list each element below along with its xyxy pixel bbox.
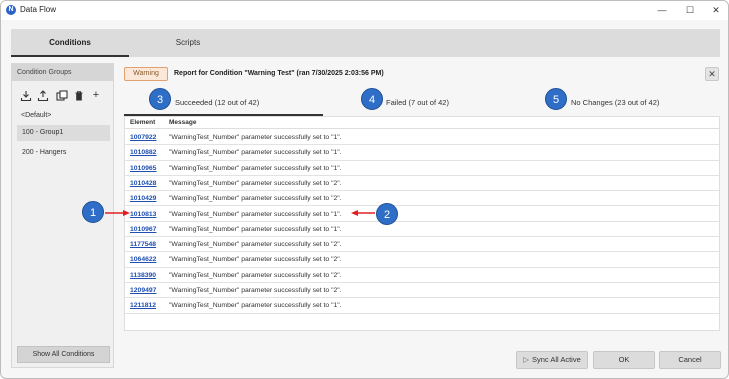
export-icon[interactable]	[37, 90, 49, 102]
add-icon[interactable]: +	[90, 90, 102, 102]
show-all-conditions-button[interactable]: Show All Conditions	[17, 346, 110, 363]
message-text: "WarningTest_Number" parameter successfu…	[169, 195, 342, 203]
close-report-button[interactable]: ✕	[705, 67, 719, 81]
warning-badge: Warning	[124, 67, 168, 81]
callout-marker-3: 3	[149, 88, 171, 110]
window-title: Data Flow	[20, 5, 57, 14]
tab-failed[interactable]: Failed (7 out of 42)	[386, 92, 449, 114]
element-id-link[interactable]: 1138390	[130, 272, 156, 279]
message-text: "WarningTest_Number" parameter successfu…	[169, 271, 342, 279]
element-id-link[interactable]: 1010965	[130, 165, 156, 172]
main-tab-bar: Conditions Scripts	[11, 29, 720, 57]
table-row[interactable]: 1007922 "WarningTest_Number" parameter su…	[125, 130, 719, 146]
table-row[interactable]: 1209497 "WarningTest_Number" parameter su…	[125, 283, 719, 299]
table-row[interactable]: 1138390 "WarningTest_Number" parameter su…	[125, 268, 719, 283]
data-flow-window: N Data Flow — ☐ ✕ Conditions Scripts Con…	[0, 0, 729, 379]
table-row[interactable]: 1211812 "WarningTest_Number" parameter su…	[125, 298, 719, 314]
delete-icon[interactable]	[73, 90, 85, 102]
column-header-element[interactable]: Element	[130, 119, 155, 126]
table-row[interactable]: 1010813 "WarningTest_Number" parameter su…	[125, 207, 719, 222]
sidebar-item-hangers[interactable]: 200 - Hangers	[17, 145, 110, 161]
element-id-link[interactable]: 1010813	[130, 211, 156, 218]
cancel-button[interactable]: Cancel	[659, 351, 721, 369]
message-text: "WarningTest_Number" parameter successfu…	[169, 256, 342, 264]
sync-all-active-label: Sync All Active	[532, 355, 581, 364]
table-row[interactable]: 1064622 "WarningTest_Number" parameter su…	[125, 252, 719, 268]
minimize-button[interactable]: —	[647, 1, 677, 20]
condition-groups-header: Condition Groups	[12, 64, 113, 81]
message-text: "WarningTest_Number" parameter successfu…	[169, 134, 342, 141]
message-text: "WarningTest_Number" parameter successfu…	[169, 287, 342, 294]
report-title: Report for Condition "Warning Test" (ran…	[174, 70, 384, 77]
callout-marker-4: 4	[361, 88, 383, 110]
table-row[interactable]: 1177548 "WarningTest_Number" parameter su…	[125, 237, 719, 253]
element-id-link[interactable]: 1010429	[130, 195, 156, 202]
element-id-link[interactable]: 1010428	[130, 180, 156, 187]
duplicate-icon[interactable]	[56, 90, 68, 102]
title-bar: N Data Flow — ☐ ✕	[1, 1, 728, 20]
app-logo-icon: N	[6, 5, 16, 15]
element-id-link[interactable]: 1064622	[130, 256, 156, 263]
results-grid: Element Message 1007922 "WarningTest_Numb…	[124, 116, 720, 331]
callout-marker-1: 1	[82, 201, 104, 223]
message-text: "WarningTest_Number" parameter successfu…	[169, 225, 342, 233]
element-id-link[interactable]: 1211812	[130, 302, 156, 309]
sidebar-item-default[interactable]: <Default>	[17, 108, 110, 124]
element-id-link[interactable]: 1177548	[130, 241, 156, 248]
message-text: "WarningTest_Number" parameter successfu…	[169, 179, 342, 187]
column-header-message[interactable]: Message	[169, 119, 196, 126]
report-panel: Warning Report for Condition "Warning Te…	[119, 60, 723, 371]
table-row[interactable]: 1010882 "WarningTest_Number" parameter su…	[125, 145, 719, 161]
element-id-link[interactable]: 1007922	[130, 134, 156, 141]
callout-marker-5: 5	[545, 88, 567, 110]
close-window-button[interactable]: ✕	[701, 1, 728, 20]
message-text: "WarningTest_Number" parameter successfu…	[169, 210, 342, 218]
element-id-link[interactable]: 1010882	[130, 149, 156, 156]
message-text: "WarningTest_Number" parameter successfu…	[169, 241, 342, 249]
element-id-link[interactable]: 1209497	[130, 287, 156, 294]
play-icon: ▷	[523, 355, 529, 364]
table-row[interactable]: 1010965 "WarningTest_Number" parameter su…	[125, 161, 719, 176]
table-row[interactable]: 1010967 "WarningTest_Number" parameter su…	[125, 222, 719, 238]
grid-header: Element Message	[125, 117, 719, 129]
tab-scripts[interactable]: Scripts	[129, 29, 247, 57]
callout-marker-2: 2	[376, 203, 398, 225]
sync-all-active-button[interactable]: ▷ Sync All Active	[516, 351, 588, 369]
tab-succeeded[interactable]: Succeeded (12 out of 42)	[175, 92, 259, 114]
element-id-link[interactable]: 1010967	[130, 226, 156, 233]
message-text: "WarningTest_Number" parameter successfu…	[169, 302, 342, 310]
tab-conditions[interactable]: Conditions	[11, 29, 129, 57]
message-text: "WarningTest_Number" parameter successfu…	[169, 164, 342, 172]
table-row[interactable]: 1010429 "WarningTest_Number" parameter su…	[125, 191, 719, 207]
import-icon[interactable]	[20, 90, 32, 102]
table-row[interactable]: 1010428 "WarningTest_Number" parameter su…	[125, 176, 719, 192]
message-text: "WarningTest_Number" parameter successfu…	[169, 149, 342, 157]
sidebar-item-group1[interactable]: 100 - Group1	[17, 125, 110, 141]
tab-no-changes[interactable]: No Changes (23 out of 42)	[571, 92, 659, 114]
ok-button[interactable]: OK	[593, 351, 655, 369]
